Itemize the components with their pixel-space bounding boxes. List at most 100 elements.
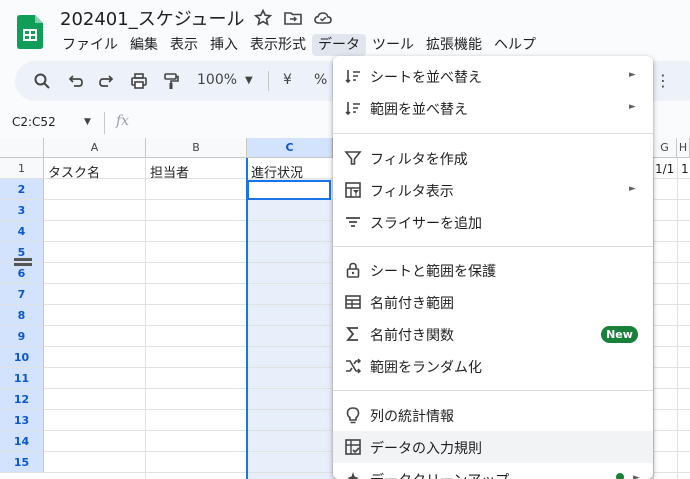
sort-range-icon xyxy=(345,102,360,116)
row-header-4[interactable]: 4 xyxy=(0,221,44,242)
data-menu-item-label: 列の統計情報 xyxy=(370,409,454,425)
row-header-14[interactable]: 14 xyxy=(0,431,44,452)
document-title[interactable]: 202401_スケジュール xyxy=(60,5,244,31)
lock-icon xyxy=(346,262,360,278)
data-menu-item[interactable]: 列の統計情報 xyxy=(333,399,653,431)
select-all-corner[interactable] xyxy=(0,138,44,158)
new-badge: New xyxy=(601,326,638,343)
data-menu-item[interactable]: データの入力規則 xyxy=(333,431,653,463)
column-header-b[interactable]: B xyxy=(146,138,247,158)
row-header-6[interactable]: 6 xyxy=(0,263,44,284)
row-header-1[interactable]: 1 xyxy=(0,158,44,179)
selection-border xyxy=(246,158,248,479)
row-header-3[interactable]: 3 xyxy=(0,200,44,221)
row-header-15[interactable]: 15 xyxy=(0,452,44,473)
cell-g1[interactable]: 1/1 xyxy=(655,162,674,176)
toolbar-divider xyxy=(268,71,269,91)
status-dot-icon xyxy=(616,473,624,479)
data-menu-item[interactable]: スライサーを追加 xyxy=(333,206,653,238)
filter-icon xyxy=(344,151,362,165)
menu-separator xyxy=(333,246,653,247)
menu-edit[interactable]: 編集 xyxy=(124,34,164,56)
data-menu-item-label: データクリーンアップ xyxy=(370,470,509,479)
data-menu-item[interactable]: シートを並べ替え ► xyxy=(333,60,653,92)
submenu-arrow-icon: ► xyxy=(629,70,636,80)
data-menu-item[interactable]: 名前付き関数 New xyxy=(333,318,653,350)
data-menu-item-label: フィルタ表示 xyxy=(370,184,454,200)
cell-h1[interactable]: 1 xyxy=(681,162,689,176)
menu-file[interactable]: ファイル xyxy=(56,34,124,56)
menu-help[interactable]: ヘルプ xyxy=(488,34,542,56)
redo-icon[interactable] xyxy=(98,72,116,90)
move-folder-icon[interactable] xyxy=(283,8,303,28)
name-box-caret-icon[interactable]: ▼ xyxy=(84,117,91,127)
column-header-c[interactable]: C xyxy=(247,138,333,158)
column-header-a[interactable]: A xyxy=(44,138,146,158)
data-validation-icon xyxy=(345,439,361,455)
freeze-rows-handle[interactable] xyxy=(14,258,32,266)
active-cell-c2[interactable] xyxy=(247,180,331,200)
cloud-saved-icon[interactable] xyxy=(313,8,333,28)
submenu-arrow-icon: ► xyxy=(629,184,636,194)
column-header-g[interactable]: G xyxy=(653,138,677,158)
name-box[interactable]: C2:C52 xyxy=(12,115,56,129)
cell-a1[interactable]: タスク名 xyxy=(48,162,100,181)
selected-range-highlight xyxy=(247,179,333,479)
lightbulb-icon xyxy=(346,407,360,424)
menu-extensions[interactable]: 拡張機能 xyxy=(420,34,488,56)
row-header-8[interactable]: 8 xyxy=(0,305,44,326)
data-menu-item[interactable]: 範囲を並べ替え ► xyxy=(333,92,653,124)
menu-data[interactable]: データ xyxy=(312,34,366,56)
column-header-h[interactable]: H xyxy=(677,138,690,158)
data-menu-item-label: シートを並べ替え xyxy=(370,70,482,86)
menu-bar: ファイル 編集 表示 挿入 表示形式 データ ツール 拡張機能 ヘルプ xyxy=(56,34,542,56)
data-menu-item[interactable]: フィルタを作成 xyxy=(333,142,653,174)
sheets-logo-icon[interactable] xyxy=(17,15,43,49)
zoom-select[interactable]: 100% xyxy=(197,72,237,88)
data-menu-item-label: スライサーを追加 xyxy=(370,216,482,232)
row-header-10[interactable]: 10 xyxy=(0,347,44,368)
menu-separator xyxy=(333,133,653,134)
data-menu-item[interactable]: データクリーンアップ ► xyxy=(333,463,653,479)
zoom-caret-icon[interactable]: ▼ xyxy=(245,75,253,86)
cell-b1[interactable]: 担当者 xyxy=(150,162,189,181)
row-header-12[interactable]: 12 xyxy=(0,389,44,410)
menu-view[interactable]: 表示 xyxy=(164,34,204,56)
slicer-icon xyxy=(346,217,360,227)
data-menu-item-label: フィルタを作成 xyxy=(370,152,468,168)
data-menu-dropdown: シートを並べ替え ► 範囲を並べ替え ► フィルタを作成 フィルタ表示 ► スライサーを追加シ… xyxy=(333,56,653,479)
data-menu-item-label: データの入力規則 xyxy=(370,441,482,457)
currency-format-button[interactable]: ¥ xyxy=(283,72,292,88)
sort-icon xyxy=(345,70,360,84)
column-divider xyxy=(677,158,678,479)
row-header-13[interactable]: 13 xyxy=(0,410,44,431)
row-header-7[interactable]: 7 xyxy=(0,284,44,305)
menu-format[interactable]: 表示形式 xyxy=(244,34,312,56)
search-icon[interactable] xyxy=(33,72,51,90)
cell-c1[interactable]: 進行状況 xyxy=(251,162,303,181)
menu-tools[interactable]: ツール xyxy=(366,34,420,56)
data-menu-item[interactable]: フィルタ表示 ► xyxy=(333,174,653,206)
data-menu-item[interactable]: シートと範囲を保護 xyxy=(333,254,653,286)
data-menu-item-label: 名前付き関数 xyxy=(370,328,454,344)
undo-icon[interactable] xyxy=(66,72,84,90)
data-menu-item-label: 名前付き範囲 xyxy=(370,296,454,312)
menu-separator xyxy=(333,390,653,391)
row-header-9[interactable]: 9 xyxy=(0,326,44,347)
submenu-arrow-icon: ► xyxy=(629,102,636,112)
title-actions xyxy=(253,8,333,28)
percent-format-button[interactable]: % xyxy=(314,72,327,88)
row-header-11[interactable]: 11 xyxy=(0,368,44,389)
paint-format-icon[interactable] xyxy=(162,72,180,90)
data-menu-item[interactable]: 名前付き範囲 xyxy=(333,286,653,318)
print-icon[interactable] xyxy=(130,72,148,90)
menu-insert[interactable]: 挿入 xyxy=(204,34,244,56)
data-menu-item[interactable]: 範囲をランダム化 xyxy=(333,350,653,382)
column-divider xyxy=(145,158,146,479)
star-icon[interactable] xyxy=(253,8,273,28)
formula-divider xyxy=(104,112,105,134)
named-range-icon xyxy=(345,295,361,309)
column-divider xyxy=(653,158,654,479)
row-header-2[interactable]: 2 xyxy=(0,179,44,200)
more-icon[interactable]: ⋮ xyxy=(655,71,671,90)
